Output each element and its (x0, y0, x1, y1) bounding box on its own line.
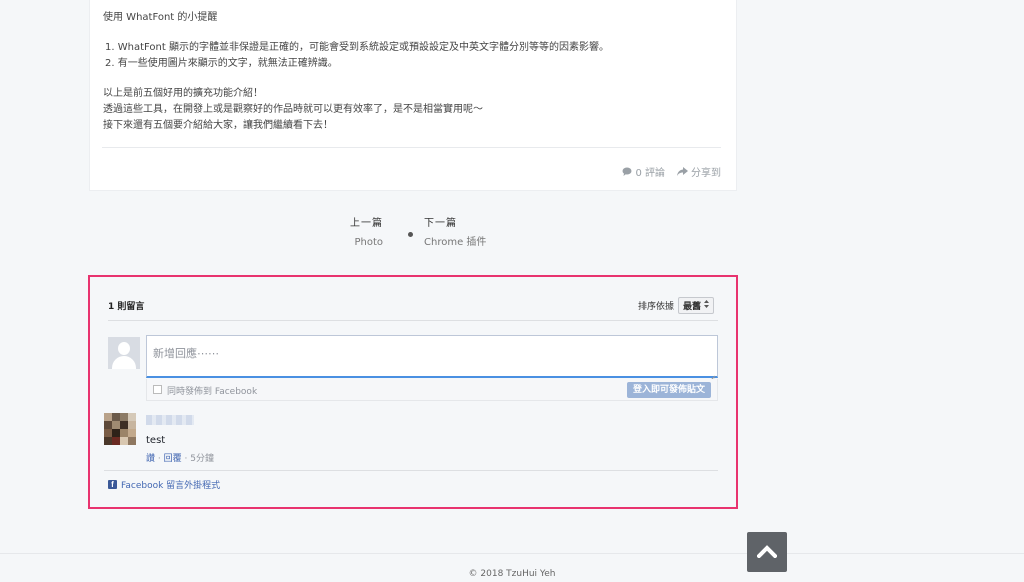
reply-link[interactable]: 回覆 (164, 454, 182, 464)
paragraph: 接下來還有五個要介紹給大家，讓我們繼續看下去！ (103, 120, 333, 131)
share-label: 分享到 (691, 168, 721, 179)
sort-label: 排序依據 (637, 302, 674, 312)
sort-control: 排序依據 最舊 (638, 297, 714, 314)
copyright: © 2018 TzuHui Yeh (468, 569, 556, 579)
comment-actions-bar: 同時發佈到 Facebook 登入即可發佈貼文 (146, 379, 718, 401)
tips-title: 使用 WhatFont 的小提醒 (103, 12, 218, 23)
comment-actions: 讚 · 回覆 · 5分鐘 (146, 454, 214, 464)
footer-divider (0, 553, 1024, 554)
comments-link[interactable]: 0 評論 (622, 164, 665, 179)
prev-title: Photo (354, 237, 383, 248)
comment-icon (622, 167, 632, 176)
updown-arrows-icon (704, 300, 709, 311)
commenter-avatar[interactable] (104, 413, 136, 445)
next-title: Chrome 插件 (424, 237, 487, 248)
comment-time[interactable]: 5分鐘 (190, 454, 214, 464)
next-label: 下一篇 (424, 218, 457, 229)
comments-count: 0 評論 (635, 168, 665, 179)
nav-separator-dot (408, 232, 413, 237)
sort-value: 最舊 (682, 302, 701, 312)
login-to-post-button[interactable]: 登入即可發佈貼文 (626, 382, 711, 398)
prev-label: 上一篇 (350, 218, 383, 229)
share-to-facebook-label: 同時發佈到 Facebook (167, 387, 258, 397)
next-post-link[interactable]: 下一篇 Chrome 插件 (424, 217, 486, 250)
share-to-facebook-checkbox[interactable] (153, 385, 162, 394)
divider (108, 320, 718, 321)
comment-text: test (146, 435, 166, 446)
resize-grip-icon[interactable] (708, 368, 716, 383)
comment-input-placeholder: 新增回應⋯⋯ (153, 347, 219, 360)
comment-input[interactable]: 新增回應⋯⋯ (146, 335, 718, 383)
divider (102, 147, 721, 148)
back-to-top-button[interactable] (747, 532, 787, 572)
post-meta: 0 評論 分享到 (622, 164, 721, 179)
chevron-up-icon (756, 543, 778, 562)
fb-comments-widget: 1 則留言 排序依據 最舊 新增回應⋯⋯ 同時發佈到 Facebook 登入即可… (88, 275, 738, 509)
article-card: 使用 WhatFont 的小提醒 1. WhatFont 顯示的字體並非保證是正… (89, 0, 737, 191)
sort-select[interactable]: 最舊 (677, 297, 714, 314)
prev-post-link[interactable]: 上一篇 Photo (350, 217, 383, 250)
fb-plugin-link[interactable]: f Facebook 留言外掛程式 (108, 478, 220, 491)
fb-plugin-label: Facebook 留言外掛程式 (121, 481, 221, 491)
share-icon (677, 167, 688, 176)
tip-item: 1. WhatFont 顯示的字體並非保證是正確的，可能會受到系統設定或預設設定… (105, 42, 609, 53)
divider (104, 470, 718, 471)
user-avatar-placeholder (108, 337, 140, 369)
article-content: 使用 WhatFont 的小提醒 1. WhatFont 顯示的字體並非保證是正… (103, 10, 609, 134)
paragraph: 透過這些工具，在開發上或是觀察好的作品時就可以更有效率了，是不是相當實用呢～ (103, 104, 483, 115)
comment-count: 1 則留言 (108, 302, 145, 312)
share-link[interactable]: 分享到 (677, 164, 721, 179)
commenter-name-blurred[interactable] (146, 415, 194, 425)
like-link[interactable]: 讚 (146, 454, 155, 464)
paragraph: 以上是前五個好用的擴充功能介紹！ (103, 88, 263, 99)
facebook-icon: f (108, 480, 117, 489)
tip-item: 2. 有一些使用圖片來顯示的文字，就無法正確辨識。 (105, 58, 338, 69)
post-navigation: 上一篇 Photo 下一篇 Chrome 插件 (0, 217, 826, 257)
